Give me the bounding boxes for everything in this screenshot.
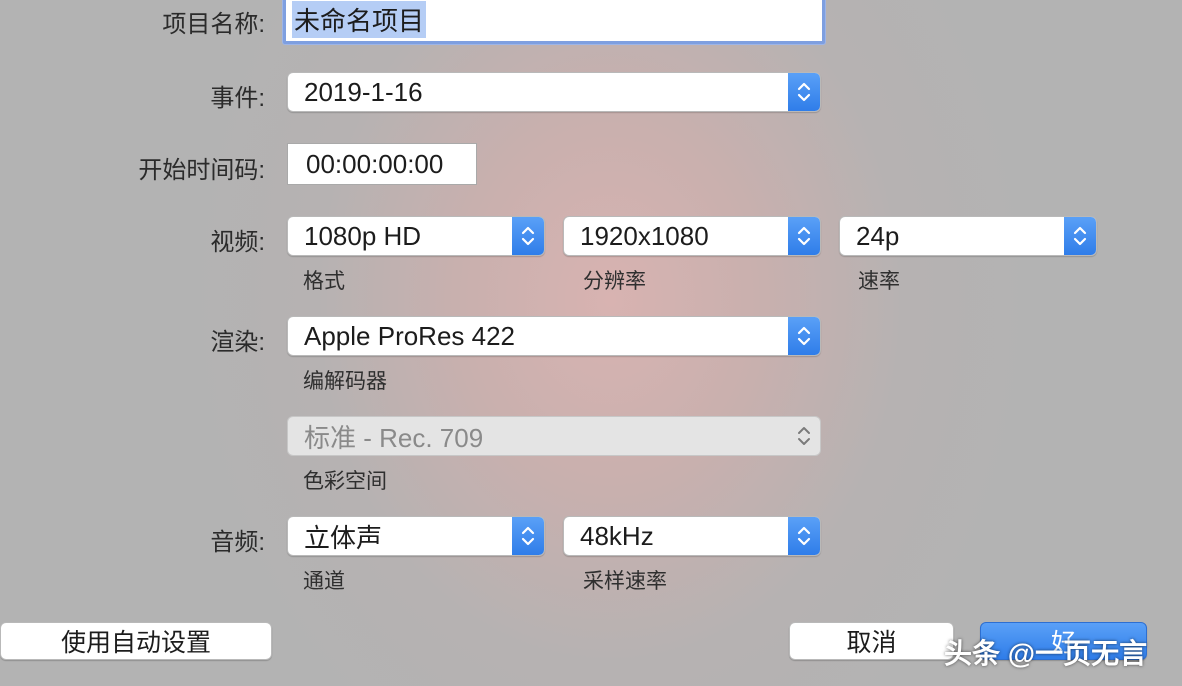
- audio-sample-rate-caption: 采样速率: [583, 570, 667, 593]
- video-label: 视频:: [210, 229, 265, 256]
- video-resolution-popup[interactable]: 1920x1080: [563, 216, 821, 256]
- codec-caption: 编解码器: [303, 370, 387, 393]
- chevron-updown-icon: [788, 517, 820, 555]
- cancel-button[interactable]: 取消: [789, 622, 954, 660]
- audio-label: 音频:: [210, 529, 265, 556]
- audio-sample-rate-popup[interactable]: 48kHz: [563, 516, 821, 556]
- audio-channels-popup[interactable]: 立体声: [287, 516, 545, 556]
- video-format-value: 1080p HD: [304, 220, 422, 251]
- color-space-popup: 标准 - Rec. 709: [287, 416, 821, 456]
- project-name-field[interactable]: 未命名项目: [283, 0, 825, 44]
- audio-sample-rate-value: 48kHz: [580, 520, 654, 551]
- video-resolution-caption: 分辨率: [583, 270, 646, 293]
- project-name-label: 项目名称:: [162, 11, 265, 38]
- video-format-caption: 格式: [303, 270, 345, 293]
- video-rate-caption: 速率: [858, 270, 900, 293]
- color-space-value: 标准 - Rec. 709: [304, 422, 484, 453]
- video-resolution-value: 1920x1080: [580, 220, 709, 251]
- codec-popup[interactable]: Apple ProRes 422: [287, 316, 821, 356]
- event-popup[interactable]: 2019-1-16: [287, 72, 821, 112]
- chevron-updown-icon: [512, 217, 544, 255]
- timecode-label: 开始时间码:: [138, 157, 265, 184]
- chevron-updown-icon: [788, 417, 820, 455]
- audio-channels-value: 立体声: [304, 522, 383, 553]
- codec-value: Apple ProRes 422: [304, 320, 516, 351]
- chevron-updown-icon: [788, 217, 820, 255]
- color-space-caption: 色彩空间: [303, 470, 387, 493]
- timecode-field[interactable]: 00:00:00:00: [287, 143, 477, 185]
- event-value: 2019-1-16: [304, 76, 423, 107]
- render-label: 渲染:: [210, 329, 265, 356]
- chevron-updown-icon: [788, 73, 820, 111]
- use-auto-settings-button[interactable]: 使用自动设置: [0, 622, 272, 660]
- chevron-updown-icon: [1064, 217, 1096, 255]
- video-rate-popup[interactable]: 24p: [839, 216, 1097, 256]
- video-rate-value: 24p: [856, 220, 900, 251]
- video-format-popup[interactable]: 1080p HD: [287, 216, 545, 256]
- project-name-value: 未命名项目: [292, 0, 427, 38]
- chevron-updown-icon: [788, 317, 820, 355]
- event-label: 事件:: [210, 85, 265, 112]
- chevron-updown-icon: [512, 517, 544, 555]
- audio-channels-caption: 通道: [303, 570, 345, 593]
- timecode-value: 00:00:00:00: [306, 148, 444, 179]
- watermark-text: 头条 @一页无言: [944, 638, 1148, 669]
